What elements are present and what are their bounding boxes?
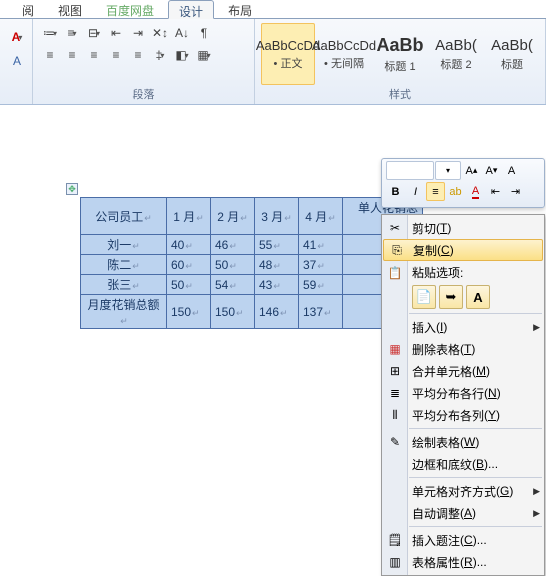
align-center-icon[interactable]: ≡ [61,45,83,65]
tab-layout[interactable]: 布局 [218,0,262,18]
ctx-delete-table[interactable]: ▦ 删除表格(T) [382,338,544,360]
borders-icon[interactable]: ▦▾ [193,45,215,65]
mini-italic-icon[interactable]: I [406,182,425,201]
mini-toolbar: ▾ A▴ A▾ A B I ≡ ab A ⇤ ⇥ [381,158,545,208]
style-normal[interactable]: AaBbCcDd • 正文 [261,23,315,85]
font-color-icon[interactable]: A▾ [6,27,28,47]
ctx-sep [409,313,542,314]
font-mini-group: A▾ A [0,19,33,104]
style-h1[interactable]: AaBb 标题 1 [373,23,427,85]
ctx-borders-shading[interactable]: 边框和底纹(B)... [382,453,544,475]
show-marks-icon[interactable]: ¶ [193,23,215,43]
mini-styles-icon[interactable]: A [502,161,521,180]
submenu-arrow-icon: ▶ [533,322,540,333]
style-h2[interactable]: AaBb( 标题 2 [429,23,483,85]
styles-group-label: 样式 [261,86,539,104]
properties-icon: ▥ [386,553,404,571]
ctx-dist-cols[interactable]: ⦀ 平均分布各列(Y) [382,404,544,426]
ltr-icon[interactable]: ✕↕ [149,23,171,43]
mini-font-name[interactable] [386,161,434,180]
ctx-table-properties[interactable]: ▥ 表格属性(R)... [382,551,544,573]
indent-inc-icon[interactable]: ⇥ [127,23,149,43]
table-row[interactable]: 刘一↵ 40↵ 46↵ 55↵ 41↵ 182↵ [81,235,423,255]
ctx-insert-caption[interactable]: 🗒 插入题注(C)... [382,529,544,551]
submenu-arrow-icon: ▶ [533,508,540,519]
clipboard-icon: 📋 [386,264,404,282]
table-header-row[interactable]: 公司员工↵ 1 月↵ 2 月↵ 3 月↵ 4 月↵ 单人花销总额 [81,198,423,235]
align-dist-icon[interactable]: ≡ [127,45,149,65]
th-m4[interactable]: 4 月↵ [299,198,343,235]
tab-design[interactable]: 设计 [168,0,214,19]
numbering-icon[interactable]: ≡▾ [61,23,83,43]
data-table[interactable]: 公司员工↵ 1 月↵ 2 月↵ 3 月↵ 4 月↵ 单人花销总额 刘一↵ 40↵… [80,197,423,329]
mini-indentinc-icon[interactable]: ⇥ [506,182,525,201]
shading-icon[interactable]: ◧▾ [171,45,193,65]
align-right-icon[interactable]: ≡ [83,45,105,65]
paste-merge-icon[interactable]: ➥ [439,285,463,309]
mini-align-icon[interactable]: ≡ [426,182,445,201]
tab-review[interactable]: 阅 [12,0,44,18]
align-left-icon[interactable]: ≡ [39,45,61,65]
dist-cols-icon: ⦀ [386,406,404,424]
ctx-cell-align[interactable]: 单元格对齐方式(G)▶ [382,480,544,502]
style-title[interactable]: AaBb( 标题 [485,23,539,85]
mini-indentdec-icon[interactable]: ⇤ [486,182,505,201]
ctx-cut[interactable]: ✂ 剪切(T) [382,217,544,239]
pencil-icon: ✎ [386,433,404,451]
ribbon: A▾ A ≔▾ ≡▾ ⊟▾ ⇤ ⇥ ✕↕ A↓ ¶ ≡ ≡ ≡ ≡ ≡ ‡▾ [0,19,546,105]
bullets-icon[interactable]: ≔▾ [39,23,61,43]
merge-cells-icon: ⊞ [386,362,404,380]
line-spacing-icon[interactable]: ‡▾ [149,45,171,65]
ctx-autofit[interactable]: 自动调整(A)▶ [382,502,544,524]
delete-table-icon: ▦ [386,340,404,358]
paragraph-group-label: 段落 [39,86,248,104]
ctx-merge-cells[interactable]: ⊞ 合并单元格(M) [382,360,544,382]
table-row[interactable]: 陈二↵ 60↵ 50↵ 48↵ 37↵ 195↵ [81,255,423,275]
ctx-sep [409,526,542,527]
paste-text-icon[interactable]: A [466,285,490,309]
table-row[interactable]: 张三↵ 50↵ 54↵ 43↵ 59↵ 206↵ [81,275,423,295]
mini-fontcolor-icon[interactable]: A [466,182,485,201]
ctx-sep [409,477,542,478]
ctx-paste-label: 粘贴选项: [412,264,463,281]
th-m3[interactable]: 3 月↵ [255,198,299,235]
clear-format-icon[interactable]: A [6,51,28,71]
table-move-handle[interactable]: ✥ [66,183,78,195]
mini-grow-icon[interactable]: A▴ [462,161,481,180]
document-area: ✥ 公司员工↵ 1 月↵ 2 月↵ 3 月↵ 4 月↵ 单人花销总额 刘一↵ 4… [80,197,423,329]
multilevel-icon[interactable]: ⊟▾ [83,23,105,43]
tab-baidu[interactable]: 百度网盘 [96,0,164,18]
th-employee[interactable]: 公司员工↵ [81,198,167,235]
mini-bold-icon[interactable]: B [386,182,405,201]
paste-keep-source-icon[interactable]: 📄 [412,285,436,309]
th-m2[interactable]: 2 月↵ [211,198,255,235]
indent-dec-icon[interactable]: ⇤ [105,23,127,43]
ctx-insert[interactable]: 插入(I)▶ [382,316,544,338]
copy-icon: ⎘ [388,241,406,259]
align-justify-icon[interactable]: ≡ [105,45,127,65]
ctx-sep [409,428,542,429]
table-row-total[interactable]: 月度花销总额↵ 150↵ 150↵ 146↵ 137↵ 583↵ [81,295,423,329]
paragraph-group: ≔▾ ≡▾ ⊟▾ ⇤ ⇥ ✕↕ A↓ ¶ ≡ ≡ ≡ ≡ ≡ ‡▾ ◧▾ ▦▾ … [33,19,255,104]
ctx-paste-options: 📋 粘贴选项: 📄 ➥ A [382,261,544,311]
dist-rows-icon: ≣ [386,384,404,402]
ctx-draw-table[interactable]: ✎ 绘制表格(W) [382,431,544,453]
mini-font-size[interactable]: ▾ [435,161,461,180]
caption-icon: 🗒 [386,531,404,549]
ctx-dist-rows[interactable]: ≣ 平均分布各行(N) [382,382,544,404]
ribbon-tabs: 阅 视图 百度网盘 设计 布局 [0,0,546,19]
submenu-arrow-icon: ▶ [533,486,540,497]
styles-group: AaBbCcDd • 正文 AaBbCcDd • 无间隔 AaBb 标题 1 A… [255,19,546,104]
mini-highlight-icon[interactable]: ab [446,182,465,201]
context-menu: ✂ 剪切(T) ⎘ 复制(C) 📋 粘贴选项: 📄 ➥ A 插入(I)▶ ▦ 删… [381,214,545,576]
sort-icon[interactable]: A↓ [171,23,193,43]
th-m1[interactable]: 1 月↵ [167,198,211,235]
tab-view[interactable]: 视图 [48,0,92,18]
ctx-copy[interactable]: ⎘ 复制(C) [383,239,543,261]
mini-shrink-icon[interactable]: A▾ [482,161,501,180]
style-nospacing[interactable]: AaBbCcDd • 无间隔 [317,23,371,85]
scissors-icon: ✂ [386,219,404,237]
